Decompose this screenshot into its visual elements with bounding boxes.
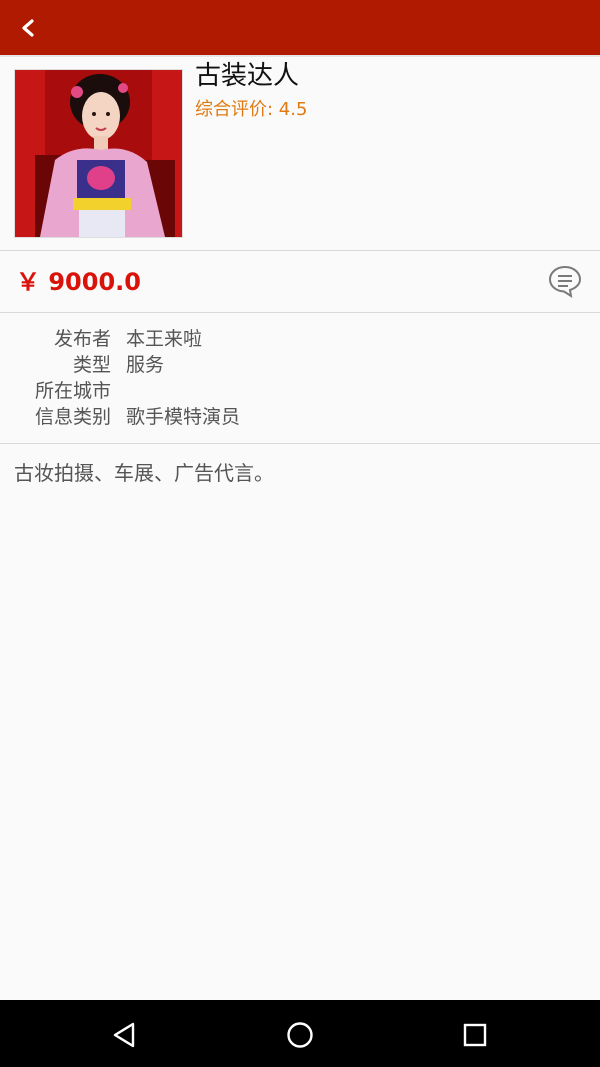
detail-label: 类型 <box>72 354 111 376</box>
nav-back-button[interactable] <box>102 1012 148 1058</box>
comment-button[interactable] <box>546 262 584 300</box>
detail-row-publisher: 发布者 本王来啦 <box>0 326 600 352</box>
divider-3 <box>0 443 600 444</box>
detail-label: 信息类别 <box>34 406 111 428</box>
chevron-left-icon <box>22 19 34 37</box>
nav-recents-icon <box>463 1023 487 1047</box>
costume-photo-image <box>15 70 182 237</box>
back-button[interactable] <box>8 8 48 48</box>
top-app-bar <box>0 0 600 55</box>
price-text: ￥ 9000.0 <box>16 268 141 296</box>
nav-back-icon <box>113 1022 135 1048</box>
nav-home-icon <box>287 1022 313 1048</box>
detail-row-type: 类型 服务 <box>0 352 600 378</box>
item-thumbnail[interactable] <box>14 69 183 238</box>
nav-recents-button[interactable] <box>452 1012 498 1058</box>
detail-row-city: 所在城市 <box>0 378 600 404</box>
nav-home-button[interactable] <box>277 1012 323 1058</box>
detail-row-category: 信息类别 歌手模特演员 <box>0 404 600 430</box>
system-nav-bar <box>0 1000 600 1067</box>
detail-label: 所在城市 <box>34 380 111 402</box>
item-header: 古装达人 综合评价: 4.5 <box>0 57 600 250</box>
divider-2 <box>0 312 600 313</box>
divider-1 <box>0 250 600 251</box>
comment-bubble-icon <box>548 265 582 299</box>
item-title: 古装达人 <box>195 61 300 91</box>
detail-value: 本王来啦 <box>126 328 203 350</box>
detail-value: 歌手模特演员 <box>126 406 241 428</box>
detail-value: 服务 <box>126 354 165 376</box>
detail-label: 发布者 <box>53 328 111 350</box>
rating-text: 综合评价: 4.5 <box>195 99 308 120</box>
item-description: 古妆拍摄、车展、广告代言。 <box>14 461 274 485</box>
